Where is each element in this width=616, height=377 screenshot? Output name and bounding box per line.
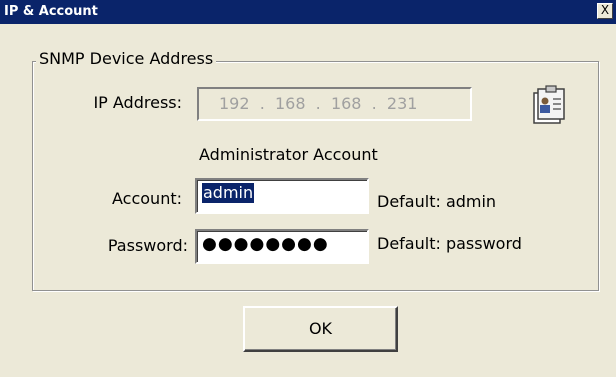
dialog-window: IP & Account X SNMP Device Address IP Ad…: [0, 0, 616, 377]
ip-address-field: 192 . 168 . 168 . 231: [197, 87, 472, 121]
account-label: Account:: [112, 189, 182, 208]
close-icon: X: [600, 3, 610, 17]
ip-address-label: IP Address:: [93, 93, 182, 112]
password-input[interactable]: ●●●●●●●●: [195, 229, 369, 264]
ip-address-value: 192 . 168 . 168 . 231: [219, 94, 418, 113]
password-default-note: Default: password: [377, 234, 522, 253]
window-title: IP & Account: [4, 4, 98, 19]
close-button[interactable]: X: [597, 3, 613, 19]
account-input[interactable]: admin: [195, 178, 369, 214]
admin-account-heading: Administrator Account: [199, 145, 378, 164]
id-badge-icon: [533, 85, 565, 124]
password-label: Password:: [107, 236, 188, 255]
ok-label: OK: [308, 319, 333, 338]
group-legend: SNMP Device Address: [36, 49, 217, 69]
password-value: ●●●●●●●●: [202, 234, 329, 254]
account-value: admin: [202, 183, 255, 203]
account-default-note: Default: admin: [377, 192, 497, 211]
title-bar[interactable]: IP & Account X: [0, 0, 616, 24]
ok-button[interactable]: OK: [243, 306, 398, 352]
